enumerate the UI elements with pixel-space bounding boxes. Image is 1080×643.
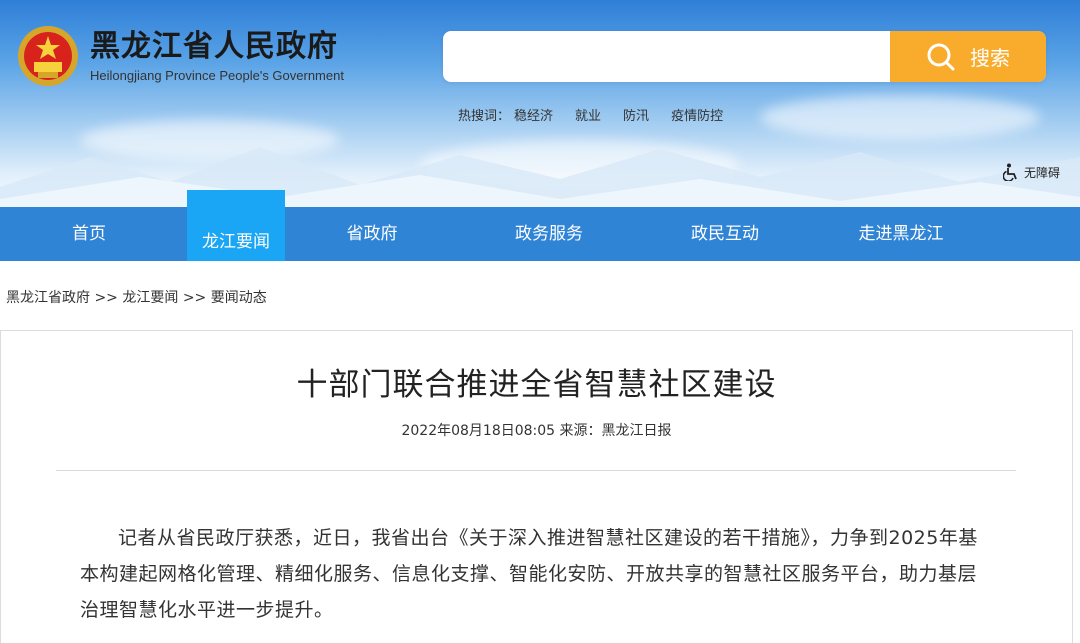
site-title: 黑龙江省人民政府 bbox=[90, 28, 338, 64]
nav-item-news[interactable]: 龙江要闻 bbox=[187, 190, 285, 261]
breadcrumb-separator: >> bbox=[182, 290, 207, 306]
header-banner: 黑龙江省人民政府 Heilongjiang Province People's … bbox=[0, 0, 1080, 207]
nav-item-home[interactable]: 首页 bbox=[30, 207, 148, 261]
nav-item-government[interactable]: 省政府 bbox=[313, 207, 431, 261]
hot-word-link[interactable]: 就业 bbox=[575, 105, 601, 124]
nav-item-about[interactable]: 走进黑龙江 bbox=[842, 207, 960, 261]
hot-search-words: 热搜词： 稳经济 就业 防汛 疫情防控 bbox=[458, 105, 745, 124]
hot-word-link[interactable]: 稳经济 bbox=[514, 105, 553, 124]
hot-search-label: 热搜词： bbox=[458, 109, 511, 124]
hot-word-link[interactable]: 防汛 bbox=[623, 105, 649, 124]
main-nav: 首页 龙江要闻 省政府 政务服务 政民互动 走进黑龙江 bbox=[0, 190, 1080, 261]
article-paragraph: 记者从省民政厅获悉，近日，我省出台《关于深入推进智慧社区建设的若干措施》，力争到… bbox=[80, 527, 978, 621]
search-box: 搜索 bbox=[443, 31, 1046, 82]
breadcrumb-link[interactable]: 黑龙江省政府 bbox=[6, 290, 90, 306]
nav-item-interaction[interactable]: 政民互动 bbox=[666, 207, 784, 261]
breadcrumb-link[interactable]: 要闻动态 bbox=[211, 290, 267, 306]
search-icon bbox=[927, 43, 955, 70]
national-emblem-icon bbox=[18, 26, 78, 86]
search-input[interactable] bbox=[443, 31, 891, 82]
divider bbox=[56, 470, 1016, 471]
hot-word-link[interactable]: 疫情防控 bbox=[671, 105, 723, 124]
accessibility-label: 无障碍 bbox=[1024, 165, 1061, 180]
search-button[interactable]: 搜索 bbox=[890, 31, 1046, 82]
wheelchair-icon bbox=[1003, 163, 1017, 181]
mountain-decoration bbox=[0, 147, 1080, 207]
site-subtitle: Heilongjiang Province People's Governmen… bbox=[90, 67, 344, 83]
search-button-label: 搜索 bbox=[970, 46, 1010, 70]
breadcrumb-link[interactable]: 龙江要闻 bbox=[122, 290, 178, 306]
breadcrumb-separator: >> bbox=[94, 290, 118, 306]
article-title: 十部门联合推进全省智慧社区建设 bbox=[296, 367, 777, 403]
article-meta: 2022年08月18日08:05 来源：黑龙江日报 bbox=[401, 423, 672, 439]
breadcrumb: 黑龙江省政府 >> 龙江要闻 >> 要闻动态 bbox=[6, 287, 267, 307]
site-logo[interactable]: 黑龙江省人民政府 Heilongjiang Province People's … bbox=[16, 24, 344, 88]
accessibility-link[interactable]: 无障碍 bbox=[1003, 163, 1060, 181]
nav-item-services[interactable]: 政务服务 bbox=[490, 207, 608, 261]
